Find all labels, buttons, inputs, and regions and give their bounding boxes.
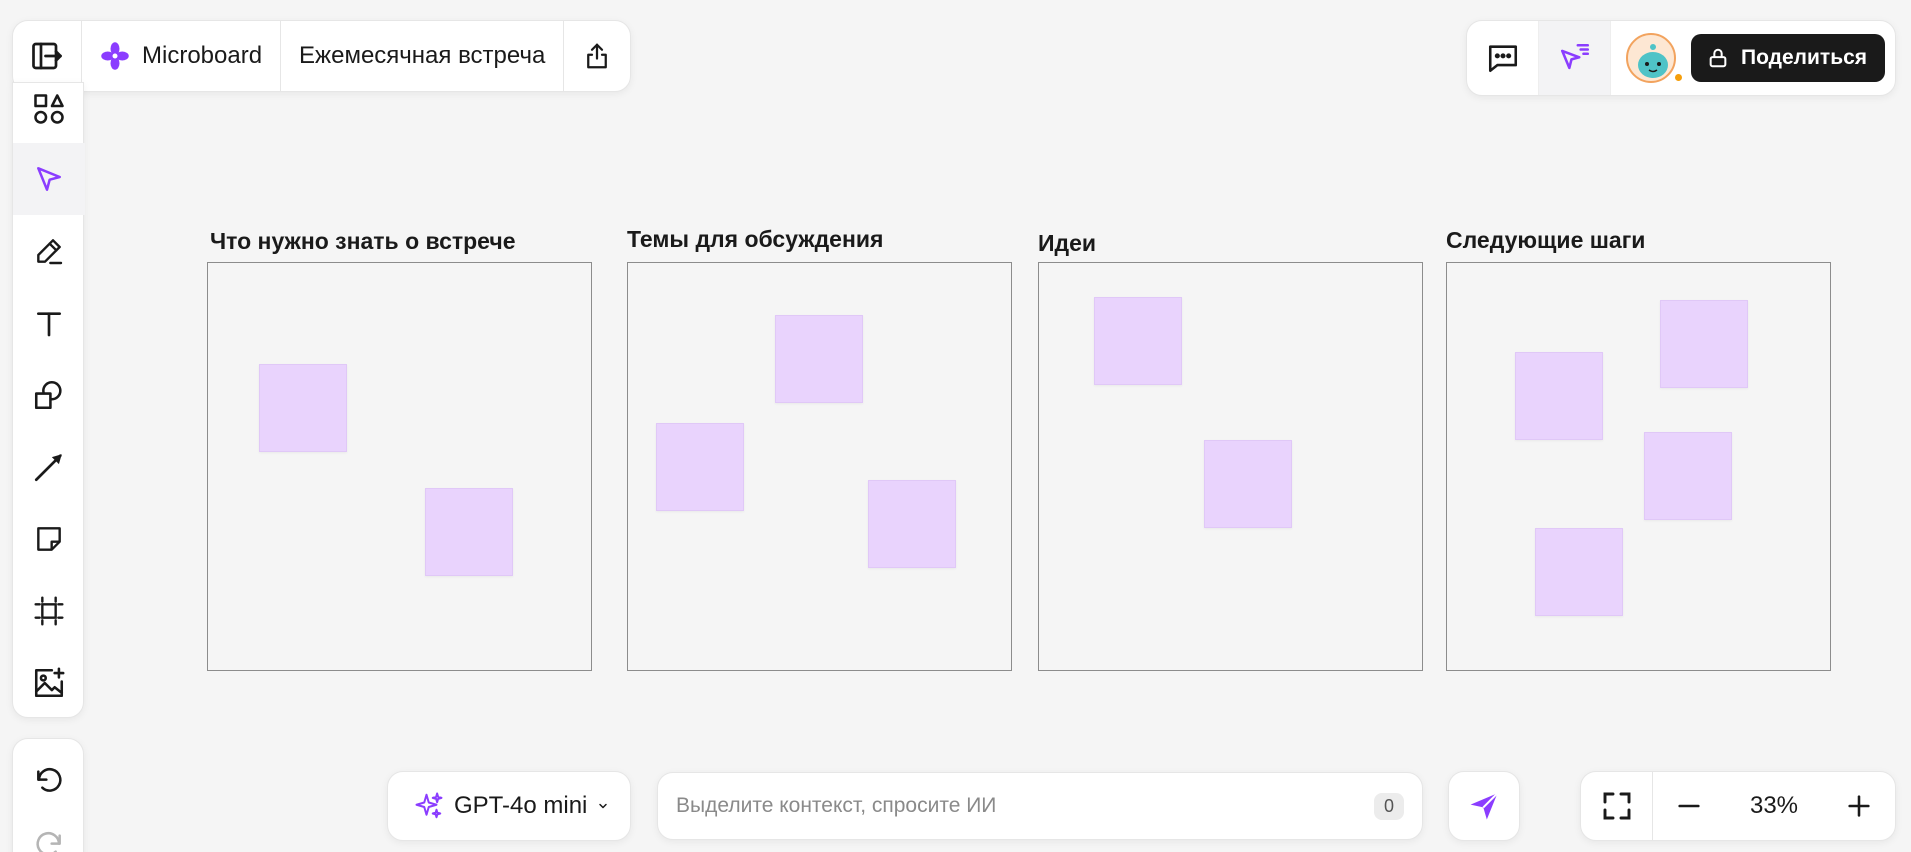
ai-prompt-input[interactable]: [676, 794, 1374, 818]
four-petal-logo-icon: [100, 41, 130, 71]
frame-title[interactable]: Темы для обсуждения: [627, 226, 883, 253]
shapes-grid-icon: [31, 91, 67, 127]
undo-icon: [33, 765, 65, 797]
sparkles-icon: [414, 791, 444, 821]
shapes-icon: [32, 378, 66, 412]
redo-icon: [33, 829, 65, 852]
sticky-note[interactable]: [1094, 297, 1182, 385]
panel-arrow-icon: [29, 38, 65, 74]
context-counter: 0: [1373, 792, 1404, 820]
fullscreen-icon: [1601, 790, 1633, 822]
brand-name: Microboard: [142, 42, 263, 69]
share-upload-icon: [582, 41, 612, 71]
tool-image[interactable]: [13, 647, 85, 719]
sticky-note[interactable]: [1644, 432, 1732, 520]
sticky-note[interactable]: [1515, 352, 1603, 440]
top-left-bar: Microboard Ежемесячная встреча: [12, 20, 632, 92]
undo-button[interactable]: [13, 749, 85, 813]
tool-connector[interactable]: [13, 431, 85, 503]
top-right-bar: Поделиться: [1466, 20, 1896, 96]
share-button[interactable]: Поделиться: [1691, 34, 1886, 82]
sticky-note[interactable]: [1660, 300, 1748, 388]
history-controls: [12, 738, 84, 852]
tool-text[interactable]: [13, 287, 85, 359]
user-avatar-button[interactable]: [1611, 21, 1691, 95]
frame-next-steps[interactable]: [1446, 262, 1831, 671]
zoom-out-button[interactable]: [1653, 772, 1725, 840]
arrow-line-icon: [32, 450, 66, 484]
brand-menu-button[interactable]: Microboard: [81, 21, 280, 91]
zoom-in-button[interactable]: [1823, 772, 1895, 840]
cursor-icon: [33, 163, 65, 195]
text-icon: [33, 307, 65, 339]
chevron-down-icon: [597, 800, 609, 812]
sticky-note[interactable]: [425, 488, 513, 576]
redo-button[interactable]: [13, 813, 85, 852]
tool-templates[interactable]: [13, 73, 85, 145]
frame-title[interactable]: Следующие шаги: [1446, 227, 1645, 254]
ai-send-button[interactable]: [1448, 771, 1520, 841]
lock-icon: [1707, 47, 1729, 69]
tool-pen[interactable]: [13, 215, 85, 287]
share-label: Поделиться: [1741, 46, 1868, 69]
presence-button[interactable]: [1539, 21, 1611, 95]
tool-select[interactable]: [13, 143, 85, 215]
avatar-creature-icon: [1638, 44, 1668, 78]
zoom-controls: 33%: [1580, 771, 1896, 841]
frame-icon: [33, 595, 65, 627]
sticky-note-icon: [33, 523, 65, 555]
tool-palette: [12, 82, 85, 719]
tool-frame[interactable]: [13, 575, 85, 647]
export-button[interactable]: [563, 21, 630, 91]
board-title[interactable]: Ежемесячная встреча: [280, 21, 563, 91]
sticky-note[interactable]: [1535, 528, 1623, 616]
send-icon: [1467, 789, 1501, 823]
sticky-note[interactable]: [775, 315, 863, 403]
minus-icon: [1675, 792, 1703, 820]
ai-model-name: GPT-4o mini: [454, 792, 588, 819]
zoom-level[interactable]: 33%: [1725, 792, 1823, 820]
tool-shapes[interactable]: [13, 359, 85, 431]
ai-model-dropdown[interactable]: GPT-4o mini: [387, 771, 631, 841]
frame-meeting-info[interactable]: [207, 262, 592, 671]
tool-sticky-note[interactable]: [13, 503, 85, 575]
fit-to-screen-button[interactable]: [1581, 772, 1653, 840]
sticky-note[interactable]: [1204, 440, 1292, 528]
comment-icon: [1486, 41, 1520, 75]
comments-button[interactable]: [1467, 21, 1539, 95]
sticky-note[interactable]: [656, 423, 744, 511]
pencil-icon: [33, 235, 65, 267]
avatar-status-badge: [1674, 73, 1683, 82]
ai-prompt-bar: 0: [657, 772, 1423, 840]
sticky-note[interactable]: [259, 364, 347, 452]
avatar: [1626, 33, 1676, 83]
frame-title[interactable]: Что нужно знать о встрече: [210, 228, 516, 255]
plus-icon: [1845, 792, 1873, 820]
sticky-note[interactable]: [868, 480, 956, 568]
cursor-follow-icon: [1558, 41, 1592, 75]
frame-title[interactable]: Идеи: [1038, 230, 1096, 257]
image-add-icon: [32, 666, 66, 700]
